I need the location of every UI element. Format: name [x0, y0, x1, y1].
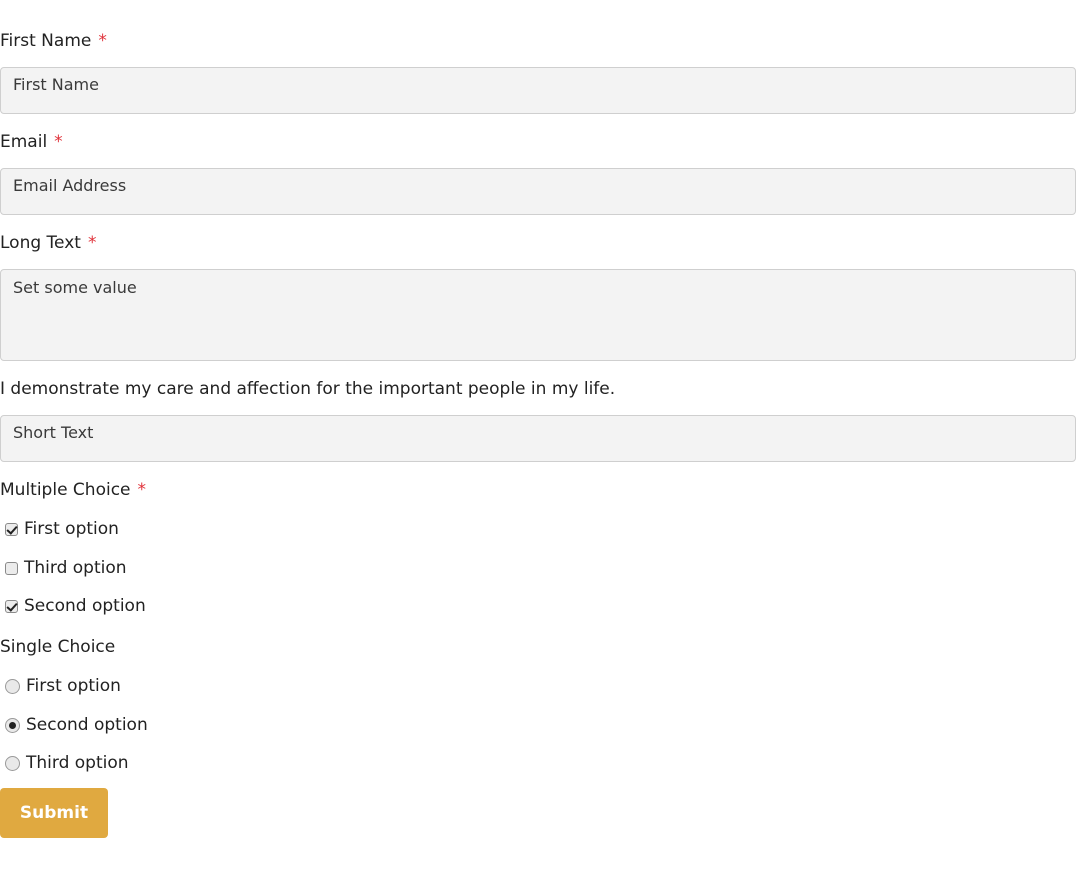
radio-button[interactable]: [5, 717, 20, 733]
checkbox-option-3[interactable]: Second option: [5, 595, 146, 617]
checkbox-option-1[interactable]: First option: [5, 518, 119, 540]
long-text-label-text: Long Text: [0, 233, 81, 253]
email-input[interactable]: [0, 168, 1076, 215]
radio-button[interactable]: [5, 678, 20, 694]
radio-option-2[interactable]: Second option: [5, 714, 148, 736]
radio-label: Third option: [26, 753, 129, 773]
short-text-input[interactable]: [0, 415, 1076, 462]
required-mark: *: [137, 480, 147, 500]
email-label-text: Email: [0, 132, 48, 152]
multiple-choice-label: Multiple Choice *: [0, 479, 146, 501]
radio-option-3[interactable]: Third option: [5, 752, 129, 774]
radio-label: Second option: [26, 715, 148, 735]
radio-label: First option: [26, 676, 121, 696]
submit-button[interactable]: Submit: [0, 788, 108, 838]
first-name-input[interactable]: [0, 67, 1076, 114]
radio-option-1[interactable]: First option: [5, 675, 121, 697]
statement-label: I demonstrate my care and affection for …: [0, 379, 616, 399]
required-mark: *: [87, 233, 97, 253]
first-name-label-text: First Name: [0, 31, 92, 51]
checkbox-label: Second option: [24, 596, 146, 616]
long-text-label: Long Text *: [0, 232, 96, 254]
checkbox-option-2[interactable]: Third option: [5, 557, 127, 579]
single-choice-label: Single Choice: [0, 637, 116, 657]
checkbox[interactable]: [5, 599, 18, 613]
checkbox[interactable]: [5, 522, 18, 536]
long-text-textarea[interactable]: [0, 269, 1076, 361]
required-mark: *: [54, 132, 63, 152]
checkbox-label: First option: [24, 519, 119, 539]
multiple-choice-label-text: Multiple Choice: [0, 480, 131, 500]
required-mark: *: [98, 31, 107, 51]
email-label: Email *: [0, 131, 63, 153]
checkbox[interactable]: [5, 561, 18, 575]
radio-button[interactable]: [5, 755, 20, 771]
first-name-label: First Name *: [0, 30, 107, 52]
checkbox-label: Third option: [24, 558, 127, 578]
